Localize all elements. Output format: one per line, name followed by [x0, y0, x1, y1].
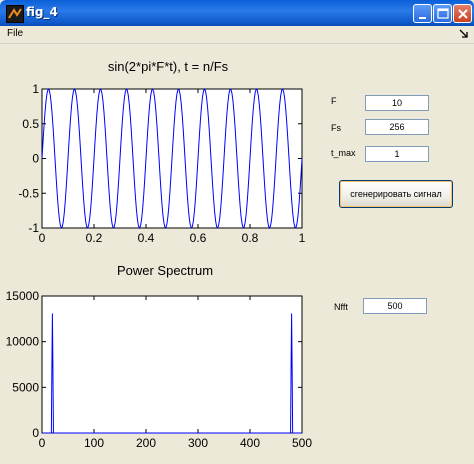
dock-arrow-icon[interactable] — [459, 29, 469, 39]
plot-0-y-tick-label: -0.5 — [18, 186, 39, 200]
input-t-max[interactable]: 1 — [365, 146, 429, 162]
plot-1-y-tick-label: 0 — [32, 426, 39, 440]
plot-1-y-tick-label: 10000 — [6, 335, 40, 349]
label-Nfft: Nfft — [334, 302, 348, 312]
plot-0-x-tick-label: 0.2 — [86, 231, 103, 245]
plot-0-y-tick-label: 1 — [32, 82, 39, 96]
plot-0-y-tick-label: 0 — [32, 152, 39, 166]
minimize-icon — [419, 17, 426, 19]
plot-1-x-tick-label: 200 — [136, 436, 156, 450]
plot-1-x-tick-label: 400 — [240, 436, 260, 450]
label-F: F — [331, 96, 337, 106]
window-title: fig_4 — [26, 5, 58, 19]
plot-0-x-tick-label: 0.6 — [190, 231, 207, 245]
plot-1-y-tick-label: 15000 — [6, 289, 40, 303]
spectrum-plot-title: Power Spectrum — [116, 263, 214, 278]
plot-1-x-tick-label: 100 — [84, 436, 104, 450]
sine-plot-title: sin(2*pi*F*t), t = n/Fs — [107, 59, 229, 74]
plot-0-y-tick-label: 0.5 — [22, 117, 39, 131]
minimize-button[interactable] — [413, 4, 432, 23]
plot-1-x-tick-label: 0 — [39, 436, 46, 450]
plot-1-y-tick-label: 5000 — [12, 380, 39, 394]
plot-0-x-tick-label: 1 — [299, 231, 306, 245]
plot-0-x-tick-label: 0.4 — [138, 231, 155, 245]
plot-1-x-tick-label: 500 — [292, 436, 312, 450]
plot-1-axes-box — [41, 295, 303, 434]
maximize-icon — [437, 8, 449, 19]
input-F[interactable]: 10 — [365, 95, 429, 111]
plot-0-x-tick-label: 0.8 — [242, 231, 259, 245]
close-button[interactable] — [453, 4, 472, 23]
menu-file[interactable]: File — [7, 28, 23, 39]
close-icon — [458, 9, 468, 19]
plot-1-x-tick-label: 300 — [188, 436, 208, 450]
input-Nfft[interactable]: 500 — [363, 298, 427, 314]
title-bar[interactable]: fig_4 — [0, 0, 474, 26]
input-Fs[interactable]: 256 — [365, 119, 429, 135]
label-Fs: Fs — [331, 123, 341, 133]
maximize-button[interactable] — [433, 4, 452, 23]
label-t-max: t_max — [331, 148, 356, 158]
spectrum-plot[interactable]: 0 100 200 300 400 500 15000 10000 5000 0 — [0, 284, 320, 454]
sine-plot[interactable]: 0 0.2 0.4 0.6 0.8 1 1 0.5 0 -0.5 -1 — [0, 80, 320, 250]
plot-0-y-tick-label: -1 — [28, 221, 39, 235]
matlab-figure-icon — [6, 5, 24, 23]
menu-bar: File — [0, 26, 474, 44]
plot-0-x-tick-label: 0 — [39, 231, 46, 245]
generate-signal-button[interactable]: сгенерировать сигнал — [339, 180, 453, 208]
